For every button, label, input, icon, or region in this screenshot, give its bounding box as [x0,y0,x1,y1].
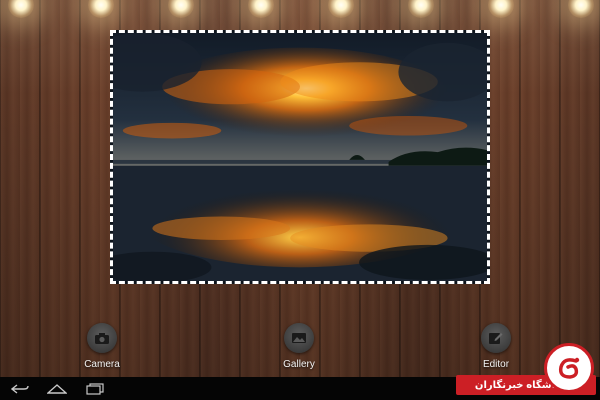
photo-frame[interactable] [110,30,490,284]
sunset-photo [113,33,487,281]
gallery-label: Gallery [283,359,315,370]
camera-button[interactable]: Camera [62,323,142,370]
gallery-icon [284,323,314,353]
home-icon[interactable] [45,380,69,397]
recents-icon[interactable] [83,380,107,397]
back-icon[interactable] [8,380,32,397]
watermark-logo: باشگاه خبرنگاران [446,343,596,400]
watermark-emblem-icon [544,343,594,393]
camera-label: Camera [84,359,120,370]
gallery-button[interactable]: Gallery [259,323,339,370]
camera-icon [87,323,117,353]
